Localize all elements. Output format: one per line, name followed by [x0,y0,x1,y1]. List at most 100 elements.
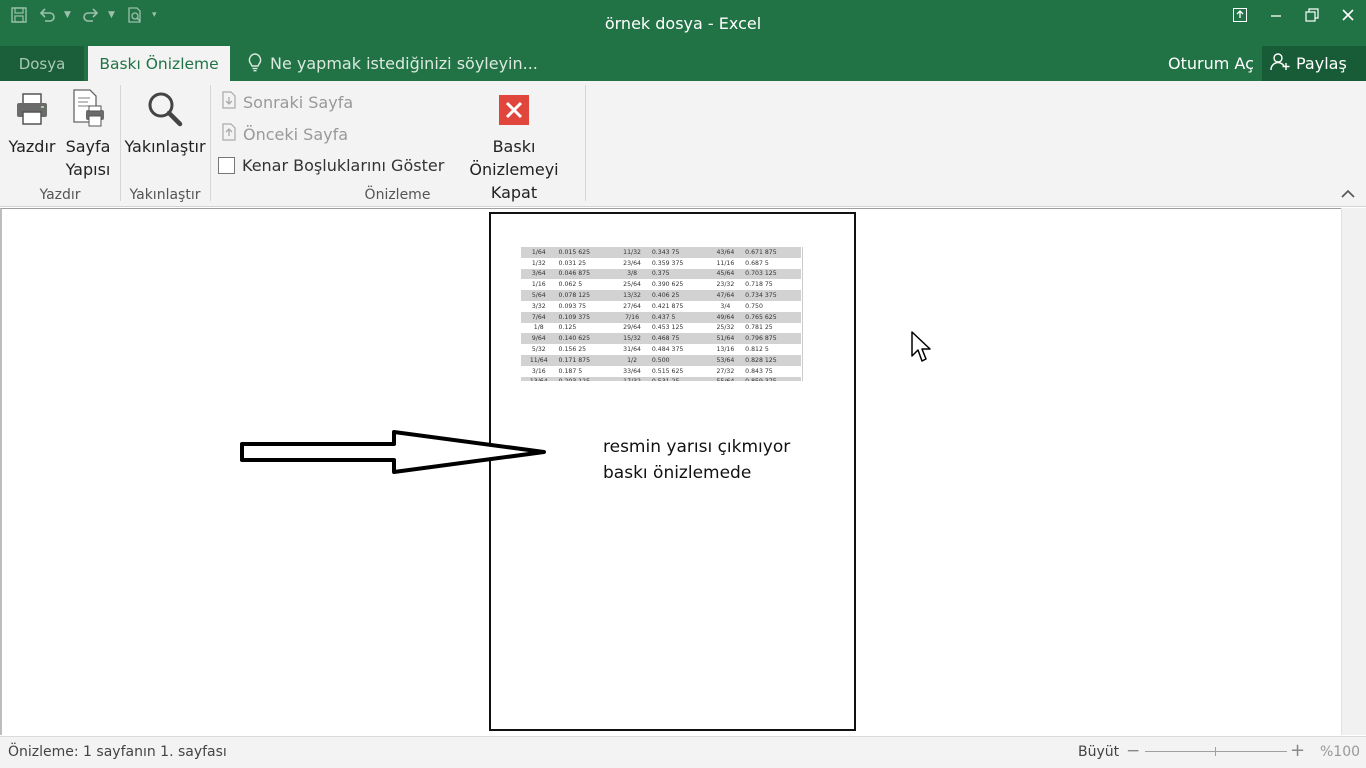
table-cell: 0.750 [745,302,763,310]
table-cell: 0.015 625 [556,247,615,258]
fraction-table: 1/64 0.015 625 11/32 0.343 75 43/64 0.671 875… [521,247,801,381]
table-cell: 7/64 [521,311,557,323]
ribbon-separator [585,85,586,201]
table-cell: 1/32 [531,259,546,267]
table-cell: 43/64 [707,247,744,258]
close-icon[interactable] [1330,0,1366,30]
table-cell: 47/64 [707,290,744,301]
zoom-in-label[interactable]: Büyüt [1078,744,1119,760]
table-cell: 1/2 [614,354,650,366]
ribbon-separator [210,85,211,201]
status-bar: Önizleme: 1 sayfanın 1. sayfası Büyüt − … [0,736,1366,768]
table-cell: 11/16 [716,259,735,267]
print-button[interactable]: Yazdır [4,91,60,158]
table-cell: 27/32 [716,367,735,375]
table-cell: 25/32 [716,324,735,332]
table-cell: 0.812 5 [745,346,769,354]
table-row: 7/64 0.109 375 7/16 0.437 5 49/64 0.765 625 [521,311,801,323]
table-cell: 0.390 625 [651,281,684,289]
show-margins-checkbox[interactable]: Kenar Boşluklarını Göster [218,155,444,175]
table-cell: 0.406 25 [649,290,708,301]
table-row: 1/16 0.062 5 25/64 0.390 625 23/32 0.718 75 [521,279,801,290]
next-page-button[interactable]: Sonraki Sayfa [220,90,353,114]
table-row: 1/32 0.031 25 23/64 0.359 375 11/16 0.687 5 [521,258,801,269]
table-cell: 7/16 [614,311,650,323]
table-cell: 0.468 75 [649,333,708,345]
table-cell: 13/64 [521,376,557,381]
share-button[interactable]: Paylaş [1262,46,1366,81]
table-cell: 27/64 [623,302,641,310]
previous-page-icon [220,123,238,145]
table-cell: 33/64 [623,367,641,375]
table-row: 13/640.203 12517/320.531 2555/640.859 37… [521,376,801,381]
table-cell: 1/8 [533,324,544,332]
table-cell: 0.046 875 [556,268,615,280]
table-cell: 23/64 [623,259,641,267]
table-cell: 23/32 [716,281,735,289]
zoom-button[interactable]: Yakınlaştır [124,91,206,158]
table-cell: 0.093 75 [558,302,587,310]
ribbon-tab-row: Dosya Baskı Önizleme Ne yapmak istediğin… [0,46,1366,81]
tell-me-placeholder: Ne yapmak istediğinizi söyleyin... [270,54,538,73]
table-cell: 0.187 5 [558,367,583,375]
table-cell: 0.765 625 [743,311,801,323]
table-cell: 5/64 [521,290,557,301]
ribbon-display-options-icon[interactable] [1222,0,1258,30]
zoom-slider-thumb[interactable] [1215,747,1216,756]
checkbox-box[interactable] [218,156,235,174]
table-cell: 13/32 [614,290,650,301]
table-cell: 0.421 875 [651,302,684,310]
table-cell: 0.828 125 [743,354,801,366]
table-row: 1/8 0.125 29/64 0.453 125 25/32 0.781 25 [521,323,801,334]
annotation-line-2: baskı önizlemede [603,463,752,483]
table-cell: 0.843 75 [745,367,773,375]
worksheet-image: 1/64 0.015 625 11/32 0.343 75 43/64 0.671 875… [521,247,803,381]
table-cell: 5/32 [531,346,546,354]
table-cell: 1/16 [531,281,546,289]
table-cell: 51/64 [707,333,744,345]
zoom-slider[interactable] [1145,751,1287,752]
person-icon [1270,52,1290,76]
table-cell: 0.156 25 [558,346,587,354]
minimize-icon[interactable] [1258,0,1294,30]
zoom-in-icon[interactable]: + [1290,740,1305,761]
tell-me-search[interactable]: Ne yapmak istediğinizi söyleyin... [246,46,538,81]
mouse-cursor-icon [911,331,931,362]
zoom-percent[interactable]: %100 [1320,744,1360,760]
table-cell: 0.343 75 [649,247,708,258]
table-row: 5/64 0.078 125 13/32 0.406 25 47/64 0.734 375 [521,290,801,301]
magnifier-icon [124,91,206,127]
show-margins-label: Kenar Boşluklarını Göster [242,155,445,175]
table-row: 3/64 0.046 875 3/8 0.375 45/64 0.703 125 [521,268,801,280]
annotation-text: resmin yarısı çıkmıyor baskı önizlemede [603,434,790,486]
group-label-print: Yazdır [39,187,81,203]
table-cell: 1/64 [521,247,557,258]
table-cell: 0.781 25 [745,324,773,332]
vertical-scrollbar[interactable] [1341,208,1366,735]
table-row: 5/32 0.156 25 31/64 0.484 375 13/16 0.812 5 [521,344,801,355]
table-cell: 0.203 125 [556,376,615,381]
tab-file[interactable]: Dosya [0,46,84,81]
tab-print-preview[interactable]: Baskı Önizleme [88,46,230,81]
zoom-label: Yakınlaştır [124,137,206,156]
table-cell: 13/16 [716,346,735,354]
table-cell: 0.718 75 [745,281,773,289]
ribbon: Yazdır Sayfa Yapısı Yakınlaştır Sonraki … [0,81,1366,207]
sign-in-link[interactable]: Oturum Aç [1168,46,1254,81]
table-cell: 25/64 [623,281,641,289]
table-cell: 0.453 125 [651,324,684,332]
table-cell: 0.734 375 [743,290,801,301]
group-label-preview: Önizleme [364,187,431,203]
page-setup-button[interactable]: Sayfa Yapısı [62,89,114,181]
table-cell: 3/64 [521,268,557,280]
zoom-out-icon[interactable]: − [1126,741,1140,761]
restore-icon[interactable] [1294,0,1330,30]
close-preview-label-1: Baskı Önizlemeyi [469,137,559,179]
table-row: 11/64 0.171 875 1/2 0.500 53/64 0.828 125 [521,354,801,366]
group-label-zoom: Yakınlaştır [129,187,201,203]
previous-page-button[interactable]: Önceki Sayfa [220,122,348,146]
table-cell: 3/32 [531,302,546,310]
collapse-ribbon-icon[interactable] [1340,186,1356,200]
table-cell: 0.062 5 [558,281,583,289]
table-row: 3/32 0.093 75 27/64 0.421 875 3/4 0.750 [521,301,801,312]
